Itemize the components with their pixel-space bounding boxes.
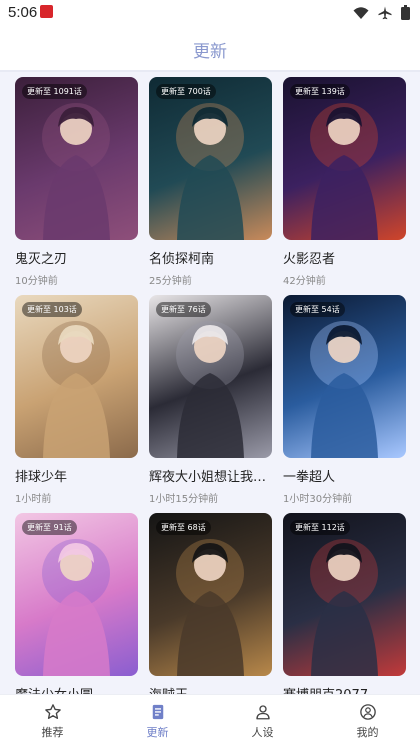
comic-cover-image[interactable]: 更新至 103话 <box>15 295 138 458</box>
cover-artwork <box>42 103 110 240</box>
nav-label-updates: 更新 <box>146 725 169 739</box>
update-time: 1小时前 <box>15 494 52 505</box>
profile-circle-icon <box>359 703 376 720</box>
update-badge: 更新至 103话 <box>22 302 82 317</box>
cover-artwork <box>42 321 110 458</box>
notification-app-icon <box>40 5 53 18</box>
page-header: 更新 <box>0 26 420 72</box>
comic-title: 名侦探柯南 <box>149 252 215 267</box>
comic-cover-image[interactable]: 更新至 54话 <box>283 295 406 458</box>
airplane-icon <box>378 6 392 19</box>
update-list[interactable]: 更新至 1091话 鬼灭之刃 10分钟前 更新至 700话 名侦探柯南 25分钟前 更新至 … <box>0 72 420 694</box>
cover-artwork <box>310 103 378 240</box>
comic-title: 辉夜大小姐想让我告白 <box>149 470 272 485</box>
wifi-icon <box>353 6 369 19</box>
bottom-nav: 推荐 更新 人设 我的 <box>0 694 420 747</box>
nav-item-mine[interactable]: 我的 <box>315 695 420 747</box>
comic-card[interactable]: 更新至 54话一拳超人 1小时30分钟前 <box>283 295 406 513</box>
nav-label-mine: 我的 <box>356 725 379 739</box>
comic-title: 鬼灭之刃 <box>15 252 68 267</box>
nav-item-characters[interactable]: 人设 <box>210 695 315 747</box>
cover-artwork <box>310 321 378 458</box>
status-bar: 5:06 <box>0 0 420 26</box>
update-time: 10分钟前 <box>15 276 58 287</box>
comic-card[interactable]: 更新至 91话魔法少女小圆 <box>15 513 138 694</box>
nav-label-recommend: 推荐 <box>41 725 64 739</box>
cover-artwork <box>176 321 244 458</box>
comic-title: 魔法少女小圆 <box>15 684 138 694</box>
comic-title: 排球少年 <box>15 470 68 485</box>
comic-grid: 更新至 1091话 鬼灭之刃 10分钟前 更新至 700话 名侦探柯南 25分钟前 更新至 … <box>15 77 406 694</box>
comic-card[interactable]: 更新至 1091话鬼灭之刃 10分钟前 <box>15 77 138 295</box>
update-time: 1小时30分钟前 <box>283 494 353 505</box>
document-icon <box>152 704 163 719</box>
update-badge: 更新至 76话 <box>156 302 211 317</box>
comic-card[interactable]: 更新至 103话排球少年 1小时前 <box>15 295 138 513</box>
cover-artwork <box>176 103 244 240</box>
comic-cover-image[interactable]: 更新至 139话 <box>283 77 406 240</box>
status-time: 5:06 <box>8 4 38 21</box>
update-time: 25分钟前 <box>149 276 192 287</box>
comic-cover-image[interactable]: 更新至 1091话 <box>15 77 138 240</box>
update-badge: 更新至 700话 <box>156 84 216 99</box>
comic-card[interactable]: 更新至 112话赛博朋克2077 <box>283 513 406 694</box>
star-icon <box>44 703 61 719</box>
comic-title: 一拳超人 <box>283 470 336 485</box>
update-time: 1小时15分钟前 <box>149 494 219 505</box>
comic-cover-image[interactable]: 更新至 91话 <box>15 513 138 676</box>
comic-title: 火影忍者 <box>283 252 336 267</box>
comic-title: 海贼王 <box>149 684 272 694</box>
comic-card[interactable]: 更新至 76话辉夜大小姐想让我告白 1小时15分钟前 <box>149 295 272 513</box>
battery-icon <box>401 5 410 20</box>
comic-cover-image[interactable]: 更新至 700话 <box>149 77 272 240</box>
update-badge: 更新至 91话 <box>22 520 77 535</box>
cover-artwork <box>176 539 244 676</box>
comic-cover-image[interactable]: 更新至 76话 <box>149 295 272 458</box>
nav-item-updates[interactable]: 更新 <box>105 695 210 747</box>
update-badge: 更新至 139话 <box>290 84 350 99</box>
comic-cover-image[interactable]: 更新至 68话 <box>149 513 272 676</box>
comic-title: 赛博朋克2077 <box>283 684 406 694</box>
nav-label-characters: 人设 <box>251 725 274 739</box>
cover-artwork <box>42 539 110 676</box>
comic-cover-image[interactable]: 更新至 112话 <box>283 513 406 676</box>
person-icon <box>255 704 270 719</box>
cover-artwork <box>310 539 378 676</box>
update-badge: 更新至 68话 <box>156 520 211 535</box>
comic-card[interactable]: 更新至 139话火影忍者 42分钟前 <box>283 77 406 295</box>
page-title: 更新 <box>193 41 227 62</box>
update-badge: 更新至 112话 <box>290 520 350 535</box>
update-time: 42分钟前 <box>283 276 326 287</box>
nav-item-recommend[interactable]: 推荐 <box>0 695 105 747</box>
comic-card[interactable]: 更新至 700话名侦探柯南 25分钟前 <box>149 77 272 295</box>
update-badge: 更新至 1091话 <box>22 84 87 99</box>
comic-card[interactable]: 更新至 68话海贼王 <box>149 513 272 694</box>
update-badge: 更新至 54话 <box>290 302 345 317</box>
status-icons <box>353 5 410 20</box>
